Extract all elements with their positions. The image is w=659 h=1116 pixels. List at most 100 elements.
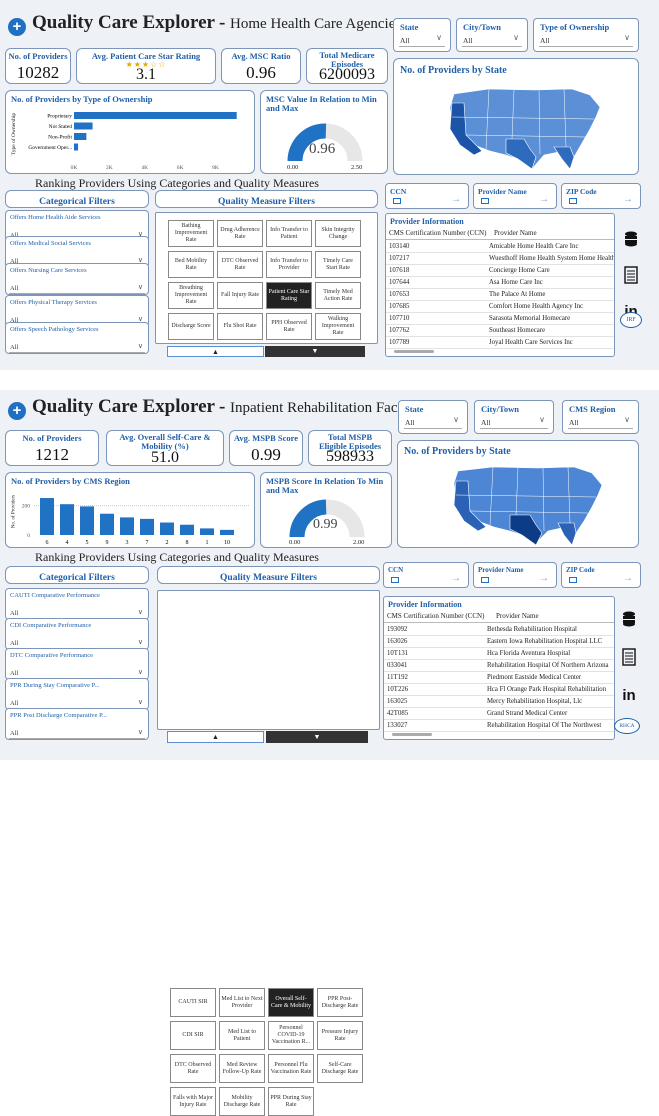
chevron-down-icon: ∨ bbox=[137, 668, 143, 676]
table-row[interactable]: 163026 Eastern Iowa Rehabilitation Hospit… bbox=[384, 636, 614, 648]
arrow-right-icon[interactable]: → bbox=[623, 194, 633, 205]
database-icon[interactable] bbox=[618, 608, 640, 630]
table-row[interactable]: 193092 Bethesda Rehabilitation Hospital bbox=[384, 624, 614, 636]
zip-search[interactable]: ZIP Code → bbox=[561, 562, 641, 588]
measure-button[interactable]: Bathing Improvement Rate bbox=[168, 220, 214, 247]
table-row[interactable]: 10T131 Hca Florida Aventura Hospital bbox=[384, 648, 614, 660]
document-icon[interactable] bbox=[620, 264, 642, 286]
scroll-down-button[interactable]: ▼ bbox=[265, 346, 365, 357]
measure-button[interactable]: Info Transfer to Patient bbox=[266, 220, 312, 247]
filter-value: All bbox=[405, 418, 415, 427]
measure-button[interactable]: Falls with Major Injury Rate bbox=[170, 1087, 216, 1116]
plus-icon[interactable]: + bbox=[8, 402, 26, 420]
provider-name-search[interactable]: Provider Name → bbox=[473, 562, 557, 588]
ownership-filter[interactable]: Type of Ownership All ∨ bbox=[533, 18, 639, 52]
provider-name-cell: Wuesthoff Home Health System Home Health bbox=[489, 255, 615, 262]
ccn-search[interactable]: CCN → bbox=[385, 183, 469, 209]
plus-icon[interactable]: + bbox=[8, 18, 26, 36]
catfilter-ppr-discharge[interactable]: PPR Post Discharge Comparative P... All ∨ bbox=[5, 708, 149, 740]
measure-button[interactable]: DTC Observed Rate bbox=[217, 251, 263, 278]
measure-button[interactable]: Med Review Follow-Up Rate bbox=[219, 1054, 265, 1083]
measure-button[interactable]: Discharge Score bbox=[168, 313, 214, 340]
linkedin-icon[interactable]: in bbox=[618, 684, 640, 706]
measure-button[interactable]: Personnel COVID-19 Vaccination R... bbox=[268, 1021, 314, 1050]
measure-button[interactable]: Self-Care Discharge Rate bbox=[317, 1054, 363, 1083]
us-map bbox=[453, 466, 603, 546]
measure-button[interactable]: Drug Adherence Rate bbox=[217, 220, 263, 247]
measure-button[interactable]: Timely Med Action Rate bbox=[315, 282, 361, 309]
measure-button[interactable]: Info Transfer to Provider bbox=[266, 251, 312, 278]
table-row[interactable]: 107710 Sarasota Memorial Homecare bbox=[386, 313, 614, 325]
measure-button[interactable]: Pressure Injury Rate bbox=[317, 1021, 363, 1050]
arrow-right-icon[interactable]: → bbox=[623, 573, 633, 584]
table-row[interactable]: 107653 The Palace At Home bbox=[386, 289, 614, 301]
arrow-right-icon[interactable]: → bbox=[451, 194, 461, 205]
table-row[interactable]: 11T192 Piedmont Eastside Medical Center bbox=[384, 672, 614, 684]
table-row[interactable]: 107762 Southeast Homecare bbox=[386, 325, 614, 337]
measure-button[interactable]: Breathing Improvement Rate bbox=[168, 282, 214, 309]
measure-button[interactable]: PPR Post-Discharge Rate bbox=[317, 988, 363, 1017]
table-row[interactable]: 42T085 Grand Strand Medical Center bbox=[384, 708, 614, 720]
measure-button[interactable]: CDI SIR bbox=[170, 1021, 216, 1050]
table-row[interactable]: 107644 Asa Home Care Inc bbox=[386, 277, 614, 289]
scroll-down-button[interactable]: ▼ bbox=[266, 731, 368, 743]
measure-button[interactable]: Mobility Discharge Rate bbox=[219, 1087, 265, 1116]
measure-button[interactable]: Timely Care Start Rate bbox=[315, 251, 361, 278]
catfilter-speech-pathology[interactable]: Offers Speech Pathology Services All ∨ bbox=[5, 322, 149, 354]
table-row[interactable]: 107217 Wuesthoff Home Health System Home … bbox=[386, 253, 615, 265]
table-row[interactable]: 033041 Rehabilitation Hospital Of Norther… bbox=[384, 660, 614, 672]
mspb-gauge-card: MSPB Score In Relation To Min and Max 0.… bbox=[260, 472, 392, 548]
switch-dashboard-badge[interactable]: IRF bbox=[620, 312, 642, 328]
scroll-up-button[interactable]: ▲ bbox=[167, 346, 264, 357]
catfilter-ppr-stay[interactable]: PPR During Stay Comparative P... All ∨ bbox=[5, 678, 149, 710]
city-filter[interactable]: City/Town All ∨ bbox=[474, 400, 554, 434]
table-row[interactable]: 107685 Comfort Home Health Agency Inc bbox=[386, 301, 614, 313]
cms-region-filter[interactable]: CMS Region All ∨ bbox=[562, 400, 639, 434]
table-row[interactable]: 107789 Joyal Health Care Services Inc bbox=[386, 337, 614, 349]
arrow-right-icon[interactable]: → bbox=[539, 194, 549, 205]
table-row[interactable]: 107618 Concierge Home Care bbox=[386, 265, 614, 277]
scrollbar[interactable] bbox=[394, 350, 434, 353]
zip-search[interactable]: ZIP Code → bbox=[561, 183, 641, 209]
measure-button[interactable]: CAUTI SIR bbox=[170, 988, 216, 1017]
measure-button[interactable]: Overall Self-Care & Mobility bbox=[268, 988, 314, 1017]
measure-button[interactable]: Med List to Next Provider bbox=[219, 988, 265, 1017]
document-icon[interactable] bbox=[618, 646, 640, 668]
measure-button[interactable]: Fall Injury Rate bbox=[217, 282, 263, 309]
table-row[interactable]: 103140 Amicable Home Health Care Inc bbox=[386, 241, 614, 253]
ccn-search[interactable]: CCN → bbox=[383, 562, 469, 588]
table-row[interactable]: 133027 Rehabilitation Hospital Of The Nor… bbox=[384, 720, 614, 732]
table-row[interactable]: 10T226 Hca Fl Orange Park Hospital Rehabi… bbox=[384, 684, 614, 696]
provider-name-search[interactable]: Provider Name → bbox=[473, 183, 557, 209]
filter-value: All bbox=[463, 36, 473, 45]
measure-button[interactable]: DTC Observed Rate bbox=[170, 1054, 216, 1083]
measure-button[interactable]: Flu Shot Rate bbox=[217, 313, 263, 340]
scroll-up-button[interactable]: ▲ bbox=[167, 731, 264, 743]
table-row[interactable]: 163025 Mercy Rehabilitation Hospital, Llc bbox=[384, 696, 614, 708]
catfilter-cdi[interactable]: CDI Comparative Performance All ∨ bbox=[5, 618, 149, 650]
chevron-down-icon: ∨ bbox=[137, 342, 143, 350]
measure-button[interactable]: Personnel Flu Vaccination Rate bbox=[268, 1054, 314, 1083]
arrow-right-icon[interactable]: → bbox=[539, 573, 549, 584]
state-filter[interactable]: State All ∨ bbox=[398, 400, 468, 434]
catfilter-cauti[interactable]: CAUTI Comparative Performance All ∨ bbox=[5, 588, 149, 620]
switch-dashboard-badge[interactable]: RHCA bbox=[614, 718, 640, 734]
state-filter[interactable]: State All ∨ bbox=[393, 18, 451, 52]
measure-button[interactable]: Skin Integrity Change bbox=[315, 220, 361, 247]
scrollbar[interactable] bbox=[392, 733, 432, 736]
ccn-cell: 107685 bbox=[389, 303, 410, 310]
kpi-value: 0.96 bbox=[246, 63, 276, 82]
measure-button[interactable]: PPH Observed Rate bbox=[266, 313, 312, 340]
measure-button[interactable]: Med List to Patient bbox=[219, 1021, 265, 1050]
measure-button[interactable]: Bed Mobility Rate bbox=[168, 251, 214, 278]
measure-button[interactable]: Walking Improvement Rate bbox=[315, 313, 361, 340]
kpi-value: 6200093 bbox=[319, 66, 375, 83]
kpi-episodes: Total Medicare Episodes 6200093 bbox=[306, 48, 388, 84]
measure-button[interactable]: Patient Care Star Rating bbox=[266, 282, 312, 309]
catfilter-dtc[interactable]: DTC Comparative Performance All ∨ bbox=[5, 648, 149, 680]
city-filter[interactable]: City/Town All ∨ bbox=[456, 18, 528, 52]
measure-button[interactable]: PPR During Stay Rate bbox=[268, 1087, 314, 1116]
arrow-right-icon[interactable]: → bbox=[451, 573, 461, 584]
catfilter-nursing-care[interactable]: Offers Nursing Care Services All ∨ bbox=[5, 263, 149, 295]
database-icon[interactable] bbox=[620, 228, 642, 250]
